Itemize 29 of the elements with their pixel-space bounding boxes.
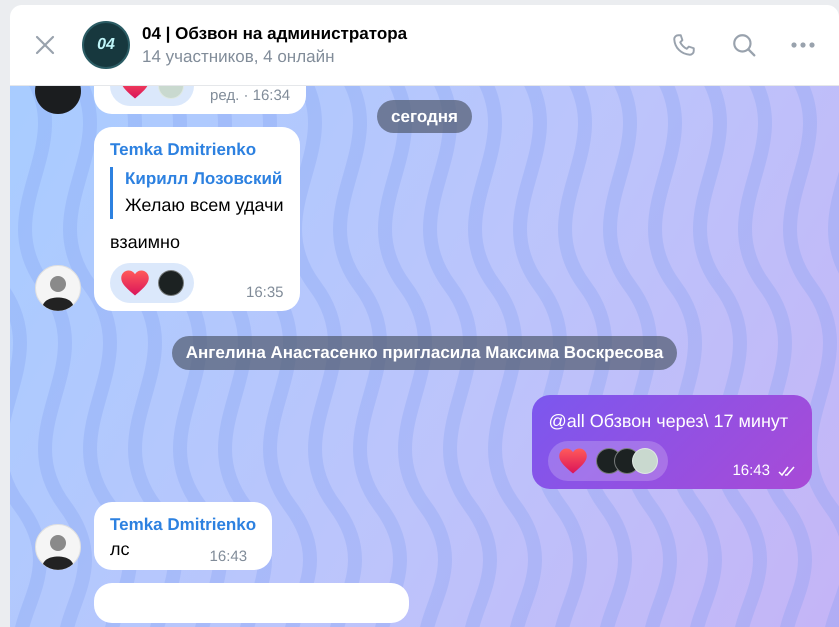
reaction-chip[interactable] [110,263,194,303]
author-name[interactable]: Temka Dmitrienko [110,514,256,536]
message-text: @all Обзвон через\ 17 минут [548,410,790,433]
user-avatar[interactable] [35,524,81,570]
phone-icon[interactable] [671,32,697,58]
more-icon[interactable] [791,42,815,48]
chat-title: 04 | Обзвон на администратора [142,23,408,45]
reply-text: Желаю всем удачи [125,194,284,217]
reply-author: Кирилл Лозовский [125,168,284,190]
reaction-chip[interactable] [548,441,668,481]
message-text: лс [110,538,130,561]
author-name[interactable]: Temka Dmitrienko [110,139,284,161]
close-icon[interactable] [34,34,56,56]
user-avatar[interactable] [35,265,81,311]
date-pill: сегодня [377,100,472,133]
message-time: 16:43 [210,546,248,566]
reactor-avatar [158,270,184,296]
message-time: ред. · 16:34 [209,86,290,106]
reactor-avatar [632,448,658,474]
avatar-text: 04 [97,35,115,55]
heart-icon [120,269,150,297]
service-message: Ангелина Анастасенко пригласила Максима Воскресова [172,336,678,370]
chat-subtitle: 14 участников, 4 онлайн [142,46,336,68]
search-icon[interactable] [731,32,757,58]
chat-avatar[interactable]: 04 [82,21,130,69]
message-time: 16:43 [732,461,770,481]
message-text: взаимно [110,231,182,254]
heart-icon [558,447,588,475]
message-time: 16:35 [244,283,284,303]
